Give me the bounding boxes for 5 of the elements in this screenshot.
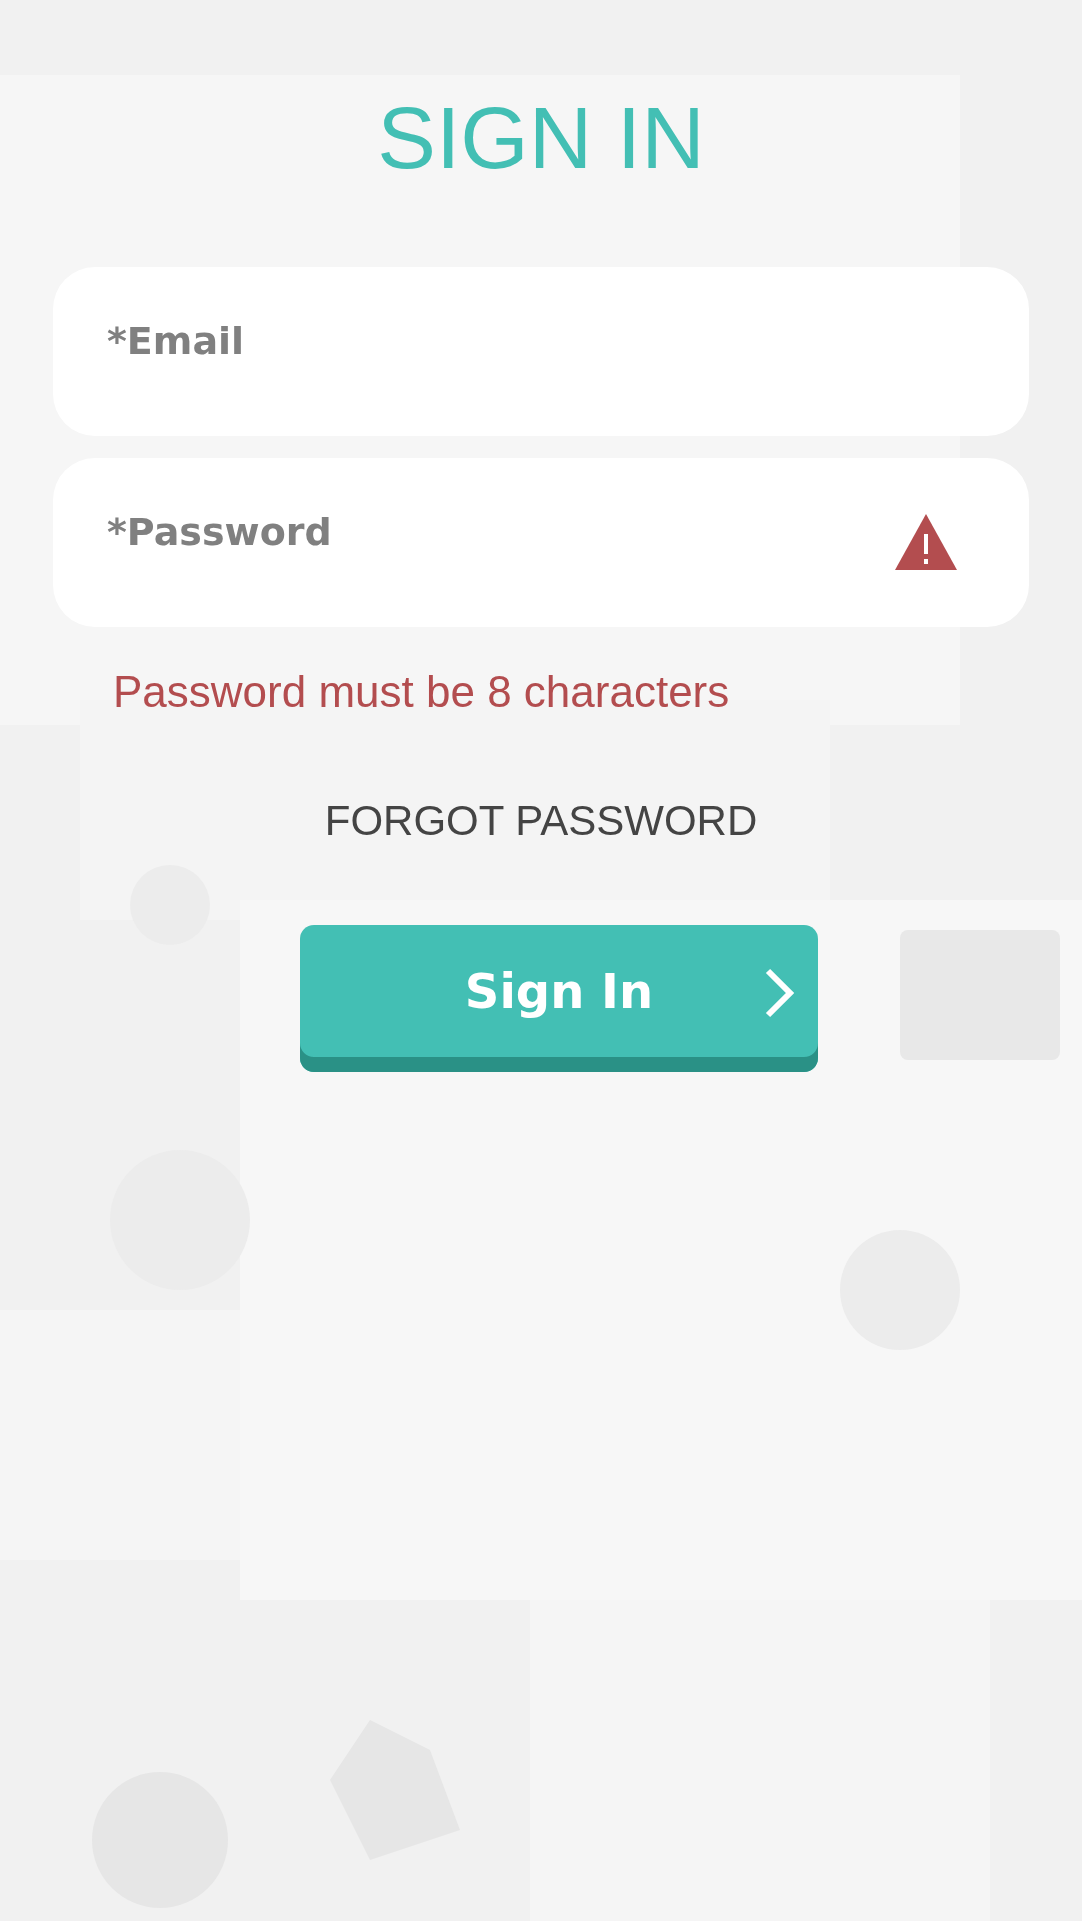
page-title: SIGN IN xyxy=(377,90,705,187)
error-message: Password must be 8 characters xyxy=(113,666,730,717)
input-field[interactable]: *Password xyxy=(53,457,1029,627)
forgot-password-link[interactable]: FORGOT PASSWORD xyxy=(324,796,758,845)
input-field[interactable]: *Email xyxy=(53,266,1029,436)
